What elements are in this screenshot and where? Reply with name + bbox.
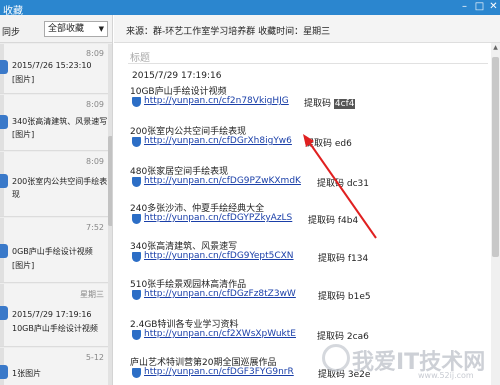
window-titlebar: 收藏 – □ ✕ — [0, 0, 500, 17]
entry-link[interactable]: http://yunpan.cn/cfDGYPZkyAzLS — [144, 213, 292, 223]
sidebar-scrollbar[interactable] — [108, 44, 112, 385]
item-line1: 340张高清建筑、风景速写 — [12, 117, 108, 126]
item-line2: [图片] — [12, 130, 35, 139]
entry-code: 提取码 dc31 — [317, 176, 369, 189]
resource-entry: 240多张沙沛、仲夏手绘经典大全 http://yunpan.cn/cfDGYP… — [128, 201, 488, 229]
code-value: f134 — [347, 254, 369, 264]
entry-code: 提取码 4cf4 — [304, 96, 356, 109]
resource-entry: 200张室内公共空间手绘表现 http://yunpan.cn/cfDGrXh8… — [128, 124, 488, 152]
code-label: 提取码 — [308, 216, 336, 226]
code-value: 4cf4 — [333, 99, 356, 109]
favorite-icon — [0, 306, 8, 320]
shield-icon — [132, 290, 141, 300]
shield-icon — [132, 177, 141, 187]
list-item[interactable]: 7:52 0GB庐山手绘设计视频 [图片] — [0, 218, 108, 283]
code-label: 提取码 — [305, 139, 333, 149]
code-label: 提取码 — [318, 254, 346, 264]
entry-link[interactable]: http://yunpan.cn/cfDG9Yept5CXN — [144, 251, 294, 261]
code-label: 提取码 — [304, 99, 332, 109]
sidebar-toolbar: 同步 全部收藏 ▼ — [0, 15, 112, 43]
close-icon[interactable]: ✕ — [487, 1, 500, 13]
code-value: ed6 — [334, 139, 352, 149]
code-value: b1e5 — [347, 292, 371, 302]
maximize-icon[interactable]: □ — [473, 1, 486, 13]
favorite-icon — [0, 115, 8, 129]
favorite-icon — [0, 365, 8, 379]
item-line2: 10GB庐山手绘设计视频 — [12, 324, 98, 333]
entry-code: 提取码 b1e5 — [318, 289, 371, 302]
favorite-icon — [0, 244, 8, 258]
title-field[interactable]: 标题 — [130, 49, 150, 64]
resource-entry: 480张家居空间手绘表现 http://yunpan.cn/cfDG9PZwKX… — [128, 164, 488, 192]
favorite-detail: 来源：群-环艺工作室学习培养群 收藏时间：星期三 标题 2015/7/29 17… — [114, 15, 500, 385]
detail-scrollbar-thumb[interactable] — [492, 57, 499, 257]
shield-icon — [132, 368, 141, 378]
code-label: 提取码 — [317, 179, 345, 189]
note-date: 2015/7/29 17:19:16 — [132, 71, 222, 81]
item-time: 8:09 — [86, 100, 104, 109]
entry-code: 提取码 f134 — [318, 251, 368, 264]
source-info: 来源：群-环艺工作室学习培养群 收藏时间：星期三 — [126, 27, 331, 37]
item-line1: 2015/7/29 17:19:16 — [12, 310, 92, 319]
entry-code: 提取码 f4b4 — [308, 213, 358, 226]
resource-entry: 510张手绘景观园林高清作品 http://yunpan.cn/cfDGzFz8… — [128, 277, 488, 305]
watermark: 我爱IT技术网 www.52ij.com — [318, 338, 500, 385]
detail-scrollbar[interactable]: ▲ — [491, 43, 500, 385]
scroll-up-icon[interactable]: ▲ — [491, 43, 500, 52]
minimize-icon[interactable]: – — [458, 1, 471, 13]
entry-link[interactable]: http://yunpan.cn/cfDG9PZwKXmdK — [144, 176, 301, 186]
shield-icon — [132, 137, 141, 147]
item-line2: [图片] — [12, 261, 35, 270]
resource-entry: 10GB庐山手绘设计视频 http://yunpan.cn/cf2n78Vkig… — [128, 84, 488, 112]
divider — [128, 63, 488, 64]
chevron-down-icon: ▼ — [98, 25, 104, 33]
detail-header: 来源：群-环艺工作室学习培养群 收藏时间：星期三 — [114, 15, 500, 43]
code-value: f4b4 — [337, 216, 359, 226]
filter-selected-label: 全部收藏 — [48, 24, 85, 34]
sidebar-scrollbar-thumb[interactable] — [108, 136, 112, 226]
favorite-icon — [0, 174, 8, 188]
item-time: 7:52 — [86, 223, 104, 232]
item-time: 8:09 — [86, 49, 104, 58]
entry-link[interactable]: http://yunpan.cn/cfDGrXh8igYw6 — [144, 136, 292, 146]
sync-button[interactable]: 同步 — [2, 25, 20, 38]
item-line2: [图片] — [12, 75, 35, 84]
entry-link[interactable]: http://yunpan.cn/cfDGF3FYG9nrR — [144, 367, 294, 377]
entry-link[interactable]: http://yunpan.cn/cf2XWsXpWuktE — [144, 329, 296, 339]
list-item[interactable]: 8:09 340张高清建筑、风景速写 [图片] — [0, 95, 108, 151]
item-time: 星期三 — [80, 290, 104, 299]
code-label: 提取码 — [318, 292, 346, 302]
item-line1: 0GB庐山手绘设计视频 — [12, 247, 93, 256]
resource-entry: 340张高清建筑、风景速写 http://yunpan.cn/cfDG9Yept… — [128, 239, 488, 267]
item-line1: 2015/7/26 15:23:10 — [12, 61, 92, 70]
shield-icon — [132, 97, 141, 107]
entry-link[interactable]: http://yunpan.cn/cfDGzFz8tZ3wW — [144, 289, 296, 299]
item-line1: 200张室内公共空间手绘表 — [12, 177, 108, 186]
list-item[interactable]: 星期三 2015/7/29 17:19:16 10GB庐山手绘设计视频 — [0, 284, 108, 347]
favorite-icon — [0, 60, 8, 74]
entry-code: 提取码 ed6 — [305, 136, 352, 149]
list-item[interactable]: 5-12 1张图片 — [0, 348, 108, 385]
list-item[interactable]: 8:09 2015/7/26 15:23:10 [图片] — [0, 44, 108, 94]
favorites-filter-select[interactable]: 全部收藏 ▼ — [44, 21, 108, 37]
shield-icon — [132, 214, 141, 224]
favorites-sidebar: 同步 全部收藏 ▼ 8:09 2015/7/26 15:23:10 [图片] 8… — [0, 15, 113, 385]
watermark-logo-icon — [322, 344, 350, 372]
item-time: 8:09 — [86, 157, 104, 166]
watermark-url: www.52ij.com — [418, 371, 474, 380]
shield-icon — [132, 252, 141, 262]
item-line1: 1张图片 — [12, 369, 42, 378]
item-line2: 现 — [12, 190, 20, 199]
item-time: 5-12 — [85, 353, 104, 362]
entry-link[interactable]: http://yunpan.cn/cf2n78VkigHJG — [144, 96, 289, 106]
shield-icon — [132, 330, 141, 340]
list-item[interactable]: 8:09 200张室内公共空间手绘表 现 — [0, 152, 108, 217]
code-value: dc31 — [346, 179, 370, 189]
